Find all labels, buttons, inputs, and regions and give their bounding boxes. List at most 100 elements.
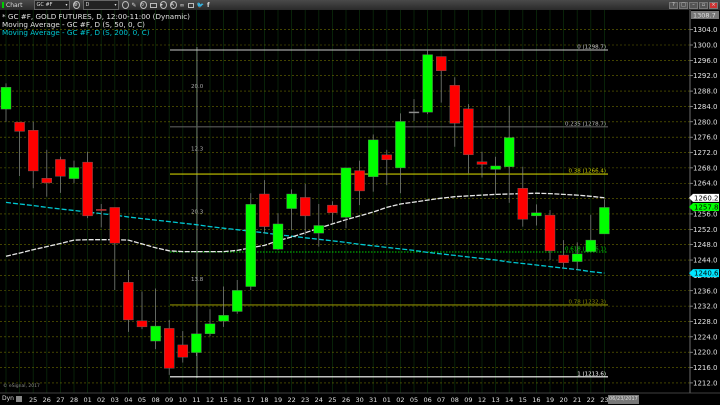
annotation-icon[interactable] xyxy=(149,2,157,8)
candle xyxy=(286,189,297,231)
x-tick-label: 11 xyxy=(192,396,200,404)
interval-value: D xyxy=(85,1,90,8)
candle-body xyxy=(408,111,420,114)
x-tick-label: 08 xyxy=(451,396,459,404)
candle xyxy=(55,156,66,193)
y-tick-label: 1272.0 xyxy=(693,149,718,157)
y-tick-label: 1268.0 xyxy=(693,164,718,172)
x-tick-label: 12 xyxy=(206,396,214,404)
y-tick-label: 1236.0 xyxy=(693,287,718,295)
x-tick-label: 05 xyxy=(410,396,418,404)
price-marker-label: 1240.6 xyxy=(694,270,719,278)
x-tick-label: 15 xyxy=(219,396,227,404)
candle-body xyxy=(14,121,25,132)
y-tick-label: 1288.0 xyxy=(693,88,718,96)
candle xyxy=(82,151,93,219)
candle xyxy=(177,331,189,363)
y-tick-label: 1232.0 xyxy=(693,303,718,311)
x-tick-label: 20 xyxy=(559,396,567,404)
top-price-label: 1308.7 xyxy=(693,12,716,20)
candle-body xyxy=(245,204,257,287)
facebook-icon[interactable]: f xyxy=(207,1,210,9)
candle xyxy=(163,319,175,375)
refresh-icon[interactable]: ↻ xyxy=(139,1,147,9)
candle-body xyxy=(0,87,12,110)
gear-icon[interactable]: ⚙ xyxy=(72,1,80,9)
y-tick-label: 1292.0 xyxy=(693,72,718,80)
chart-legend: * GC #F, GOLD FUTURES, D, 12:00-11:00 (D… xyxy=(2,12,190,38)
alert-icon[interactable]: A xyxy=(169,1,177,9)
candle-body xyxy=(177,344,189,358)
maximize-button[interactable]: ▫ xyxy=(699,1,708,9)
symbol-value: GC #F xyxy=(36,1,53,8)
candle xyxy=(408,99,420,122)
pencil-icon[interactable]: ✎ xyxy=(132,1,137,9)
restore-button[interactable]: □ xyxy=(679,1,688,9)
candle-body xyxy=(490,165,501,170)
x-tick-label: 01 xyxy=(383,396,391,404)
x-tick-label: 02 xyxy=(396,396,404,404)
candle xyxy=(109,207,121,290)
candle xyxy=(395,113,406,194)
chart-drag-icon xyxy=(2,2,4,8)
x-tick-label: 10 xyxy=(179,396,187,404)
clock-icon[interactable] xyxy=(121,1,129,9)
candle xyxy=(68,160,80,184)
x-tick-label: 09 xyxy=(165,396,173,404)
candle xyxy=(381,149,392,186)
x-tick-label: 19 xyxy=(274,396,282,404)
candle-body xyxy=(531,212,542,217)
candle xyxy=(123,270,134,332)
candle-body xyxy=(95,209,107,211)
minimize-button[interactable]: – xyxy=(689,1,698,9)
x-tick-label: 21 xyxy=(573,396,581,404)
chart-label: Chart xyxy=(6,1,23,9)
y-tick-label: 1220.0 xyxy=(693,349,718,357)
symbol-dropdown[interactable]: GC #F ▾ xyxy=(33,0,70,10)
candle xyxy=(41,149,52,197)
candle xyxy=(544,210,556,261)
candle-body xyxy=(191,333,202,353)
x-tick-label: 03 xyxy=(111,396,119,404)
dyn-toggle[interactable]: Dyn xyxy=(2,395,22,402)
chart-toolbar: Chart GC #F ▾ ⚙ D ▾ ✎ ↻ ▸ A ∞ 🐦 f ? □ – ▫ … xyxy=(0,0,720,10)
x-tick-label: 28 xyxy=(70,396,78,404)
candle xyxy=(0,83,12,122)
x-tick-label: 08 xyxy=(151,396,159,404)
candle xyxy=(422,49,433,115)
x-tick-label: 06 xyxy=(423,396,431,404)
link-icon[interactable]: ∞ xyxy=(180,1,185,9)
play-icon[interactable]: ▸ xyxy=(159,1,167,9)
x-tick-label: 13 xyxy=(491,396,499,404)
x-tick-label: 26 xyxy=(342,396,350,404)
y-tick-label: 1216.0 xyxy=(693,364,718,372)
twitter-icon[interactable]: 🐦 xyxy=(197,1,204,9)
candle-body xyxy=(300,197,311,217)
candle-body xyxy=(286,193,297,209)
x-tick-label: 31 xyxy=(369,396,377,404)
chevron-down-icon: ▾ xyxy=(114,2,117,7)
comment-icon[interactable] xyxy=(187,2,194,8)
close-button[interactable]: × xyxy=(709,1,718,9)
candle-body xyxy=(218,315,229,322)
candle-body xyxy=(327,204,338,214)
candle-body xyxy=(231,290,243,312)
help-button[interactable]: ? xyxy=(669,1,678,9)
price-marker-label: 1260.2 xyxy=(694,194,719,202)
fib-level-label: 0.78 (1232.3) xyxy=(568,299,606,305)
fib-time-ratio-label: 20.0 xyxy=(191,84,204,90)
x-tick-label: 27 xyxy=(56,396,64,404)
interval-dropdown[interactable]: D ▾ xyxy=(82,0,119,10)
fib-time-ratio-label: 20.3 xyxy=(191,210,204,216)
price-chart[interactable]: 1212.01216.01220.01224.01228.01232.01236… xyxy=(0,0,720,405)
x-tick-label: 25 xyxy=(328,396,336,404)
candle-body xyxy=(572,253,583,262)
candle-body xyxy=(82,161,93,217)
candle-body xyxy=(599,207,610,235)
x-tick-label: 19 xyxy=(546,396,554,404)
y-tick-label: 1224.0 xyxy=(693,333,718,341)
fib-level-label: 0.618 (1246.1) xyxy=(565,246,606,252)
calendar-icon[interactable] xyxy=(15,395,22,402)
candle-body xyxy=(558,254,569,263)
copyright-text: © eSignal, 2017 xyxy=(3,384,40,389)
